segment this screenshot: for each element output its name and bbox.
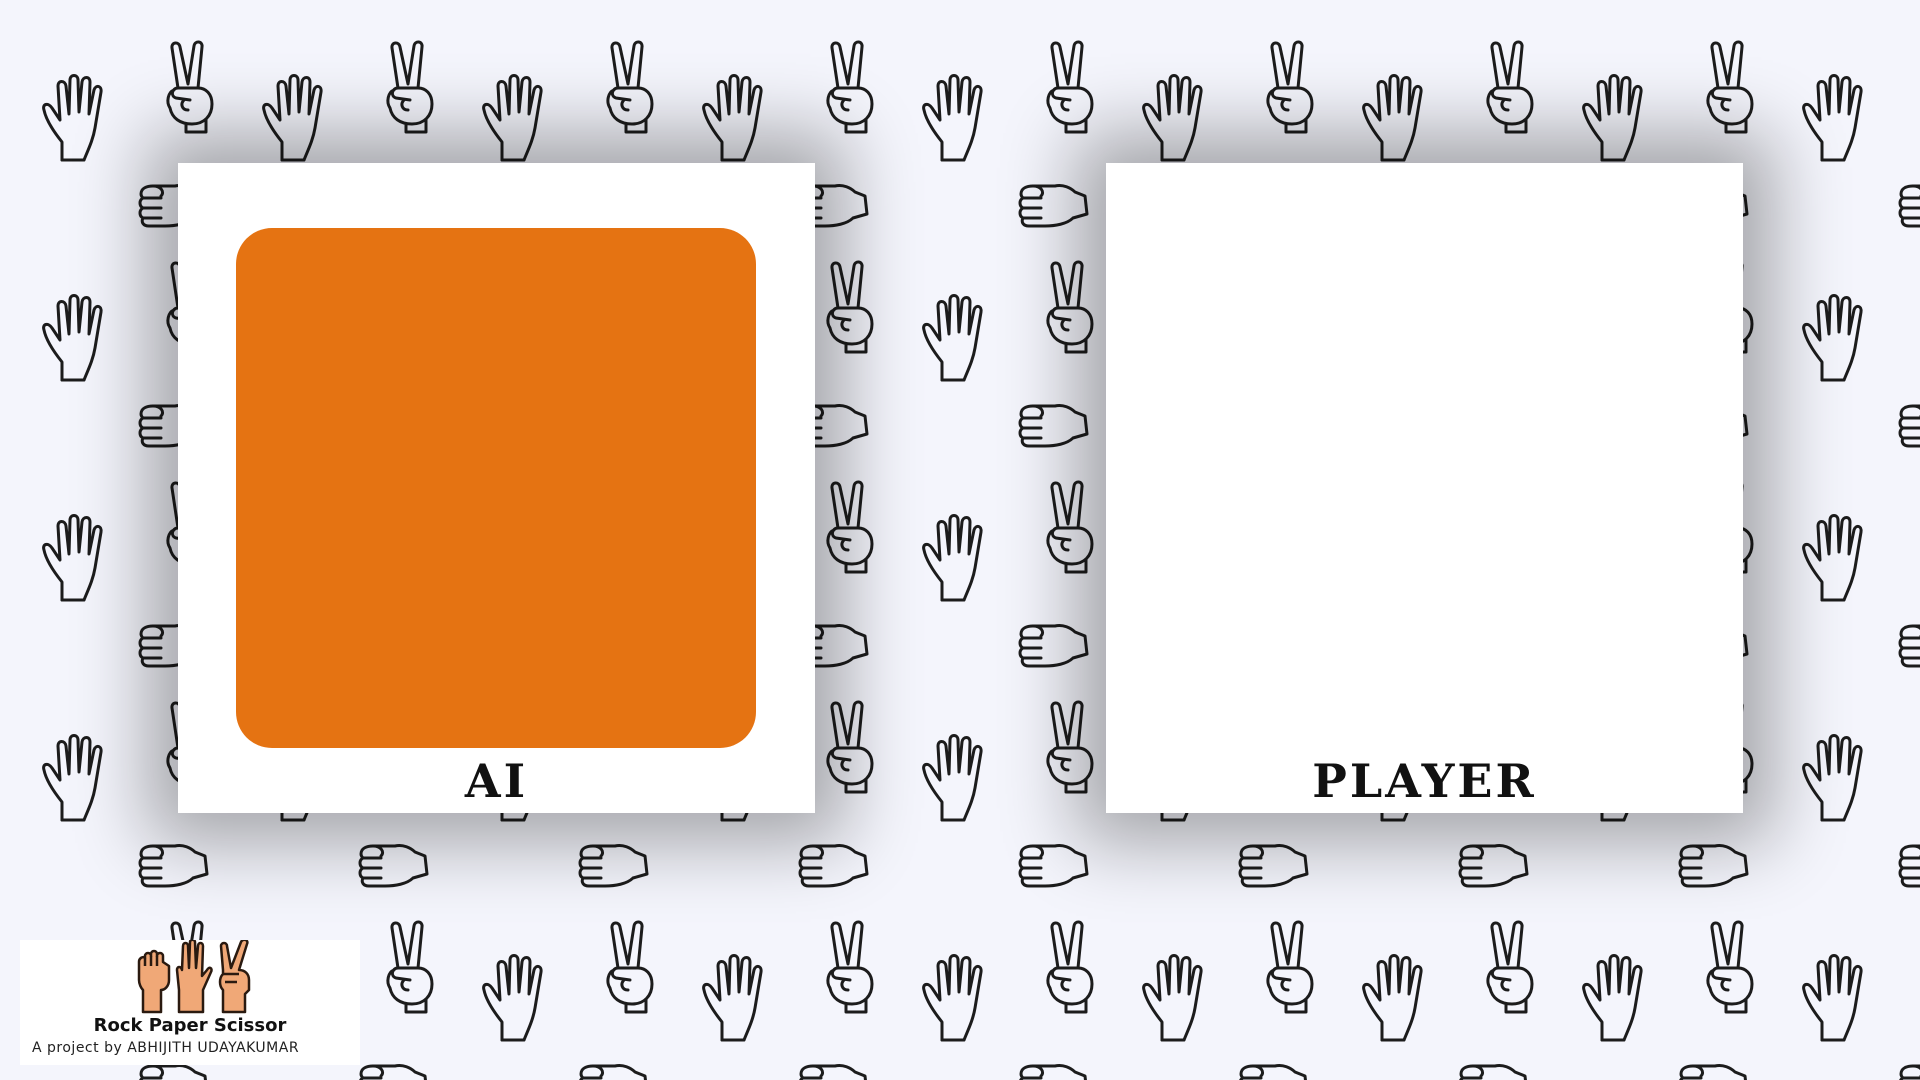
paper-hand-icon	[922, 954, 983, 1042]
paper-hand-icon	[922, 74, 983, 162]
paper-hand-icon	[922, 734, 983, 822]
rock-fist-icon	[1018, 623, 1089, 668]
paper-hand-icon	[1802, 74, 1863, 162]
rock-fist-icon	[138, 843, 209, 888]
rock-fist-icon	[578, 1063, 649, 1080]
rock-fist-icon	[1678, 843, 1749, 888]
paper-hand-icon	[42, 734, 103, 822]
paper-hand-icon	[702, 74, 763, 162]
paper-hand-icon	[482, 74, 543, 162]
rock-fist-icon	[1018, 183, 1089, 228]
peace-scissor-hand-icon	[386, 40, 434, 134]
peace-scissor-hand-icon	[1046, 40, 1094, 134]
scissor-hand-icon	[218, 940, 251, 1014]
rock-fist-icon	[358, 1063, 429, 1080]
rock-fist-icon	[1238, 843, 1309, 888]
paper-hand-icon	[1142, 74, 1203, 162]
peace-scissor-hand-icon	[826, 260, 874, 354]
rock-fist-icon	[1898, 403, 1920, 448]
peace-scissor-hand-icon	[1266, 40, 1314, 134]
peace-scissor-hand-icon	[1046, 260, 1094, 354]
peace-scissor-hand-icon	[166, 40, 214, 134]
peace-scissor-hand-icon	[1266, 920, 1314, 1014]
rock-fist-icon	[798, 843, 869, 888]
rock-fist-icon	[1458, 1063, 1529, 1080]
ai-panel: AI	[178, 163, 815, 813]
peace-scissor-hand-icon	[1046, 700, 1094, 794]
footer-branding: Rock Paper Scissor A project by ABHIJITH…	[20, 940, 360, 1065]
player-label: PLAYER	[1312, 754, 1537, 808]
rock-fist-icon	[1898, 623, 1920, 668]
peace-scissor-hand-icon	[1486, 920, 1534, 1014]
paper-hand-icon	[1582, 954, 1643, 1042]
paper-hand-icon	[1142, 954, 1203, 1042]
paper-hand-icon	[922, 294, 983, 382]
paper-hand-icon	[175, 940, 213, 1014]
rock-paper-scissor-logo	[137, 940, 251, 1014]
rock-fist-icon	[1898, 183, 1920, 228]
paper-hand-icon	[702, 954, 763, 1042]
paper-hand-icon	[1802, 954, 1863, 1042]
rock-fist-icon	[578, 843, 649, 888]
peace-scissor-hand-icon	[386, 920, 434, 1014]
rock-fist-icon	[1018, 843, 1089, 888]
rock-fist-icon	[1018, 403, 1089, 448]
paper-hand-icon	[1802, 514, 1863, 602]
peace-scissor-hand-icon	[826, 480, 874, 574]
peace-scissor-hand-icon	[1046, 480, 1094, 574]
app-title: Rock Paper Scissor	[93, 1015, 287, 1036]
peace-scissor-hand-icon	[1706, 40, 1754, 134]
rock-fist-icon	[1898, 1063, 1920, 1080]
rock-fist-icon	[1238, 1063, 1309, 1080]
rock-fist-icon	[1458, 843, 1529, 888]
paper-hand-icon	[1802, 734, 1863, 822]
paper-hand-icon	[1362, 74, 1423, 162]
author-credit: A project by ABHIJITH UDAYAKUMAR	[32, 1040, 300, 1056]
paper-hand-icon	[42, 74, 103, 162]
paper-hand-icon	[922, 514, 983, 602]
paper-hand-icon	[1362, 954, 1423, 1042]
peace-scissor-hand-icon	[826, 700, 874, 794]
paper-hand-icon	[42, 294, 103, 382]
rock-fist-icon	[137, 949, 171, 1014]
ai-choice-box	[236, 228, 756, 748]
rock-fist-icon	[358, 843, 429, 888]
rock-fist-icon	[1018, 1063, 1089, 1080]
paper-hand-icon	[1802, 294, 1863, 382]
peace-scissor-hand-icon	[606, 920, 654, 1014]
rock-fist-icon	[138, 1063, 209, 1080]
paper-hand-icon	[262, 74, 323, 162]
rock-fist-icon	[1678, 1063, 1749, 1080]
rock-fist-icon	[1898, 843, 1920, 888]
peace-scissor-hand-icon	[606, 40, 654, 134]
paper-hand-icon	[482, 954, 543, 1042]
peace-scissor-hand-icon	[826, 920, 874, 1014]
ai-label: AI	[464, 754, 529, 808]
peace-scissor-hand-icon	[826, 40, 874, 134]
paper-hand-icon	[1582, 74, 1643, 162]
player-panel[interactable]: PLAYER	[1106, 163, 1743, 813]
peace-scissor-hand-icon	[1486, 40, 1534, 134]
paper-hand-icon	[42, 514, 103, 602]
peace-scissor-hand-icon	[1046, 920, 1094, 1014]
peace-scissor-hand-icon	[1706, 920, 1754, 1014]
rock-fist-icon	[798, 1063, 869, 1080]
